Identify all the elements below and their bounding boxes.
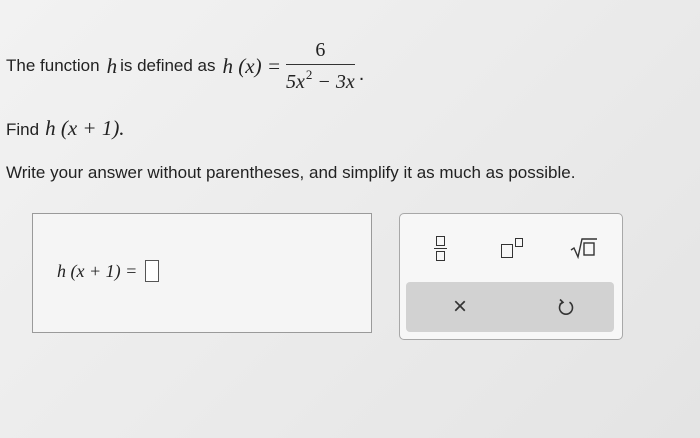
superscript-icon <box>501 238 523 258</box>
denominator-rest: − 3x <box>312 70 355 93</box>
fraction-numerator: 6 <box>315 38 326 61</box>
statement-period: . <box>358 63 365 85</box>
function-lhs: h (x) = <box>222 53 281 78</box>
answer-box[interactable]: h (x + 1) = <box>32 213 372 333</box>
answer-lhs: h (x + 1) = <box>57 260 138 281</box>
superscript-button[interactable] <box>494 230 530 266</box>
fraction-icon <box>433 235 447 261</box>
instruction-text: Write your answer without parentheses, a… <box>6 163 576 182</box>
square-root-button[interactable] <box>566 230 602 266</box>
problem-statement: The function h is defined as h (x) = 6 5… <box>6 36 364 96</box>
fraction-button[interactable] <box>422 230 458 266</box>
undo-icon <box>558 298 574 315</box>
answer-input[interactable] <box>145 260 160 282</box>
square-root-icon <box>570 238 597 259</box>
undo-button[interactable] <box>546 287 586 327</box>
intro-text: The function <box>6 56 100 75</box>
find-label: Find <box>6 120 40 139</box>
defined-as-text: is defined as <box>120 56 216 75</box>
palette-bottom-row: × <box>406 282 614 332</box>
function-fraction: 6 5x2 − 3x <box>286 39 355 94</box>
function-name: h <box>106 53 118 78</box>
fraction-denominator: 5x2 − 3x <box>286 65 355 94</box>
find-line: Find h (x + 1). <box>6 116 125 141</box>
find-expression: h (x + 1). <box>45 116 125 140</box>
clear-button[interactable]: × <box>440 287 480 327</box>
math-palette: × <box>399 213 623 340</box>
answer-expression: h (x + 1) = <box>57 260 160 282</box>
denominator-base: 5x <box>286 70 305 93</box>
palette-top-row <box>400 214 622 280</box>
